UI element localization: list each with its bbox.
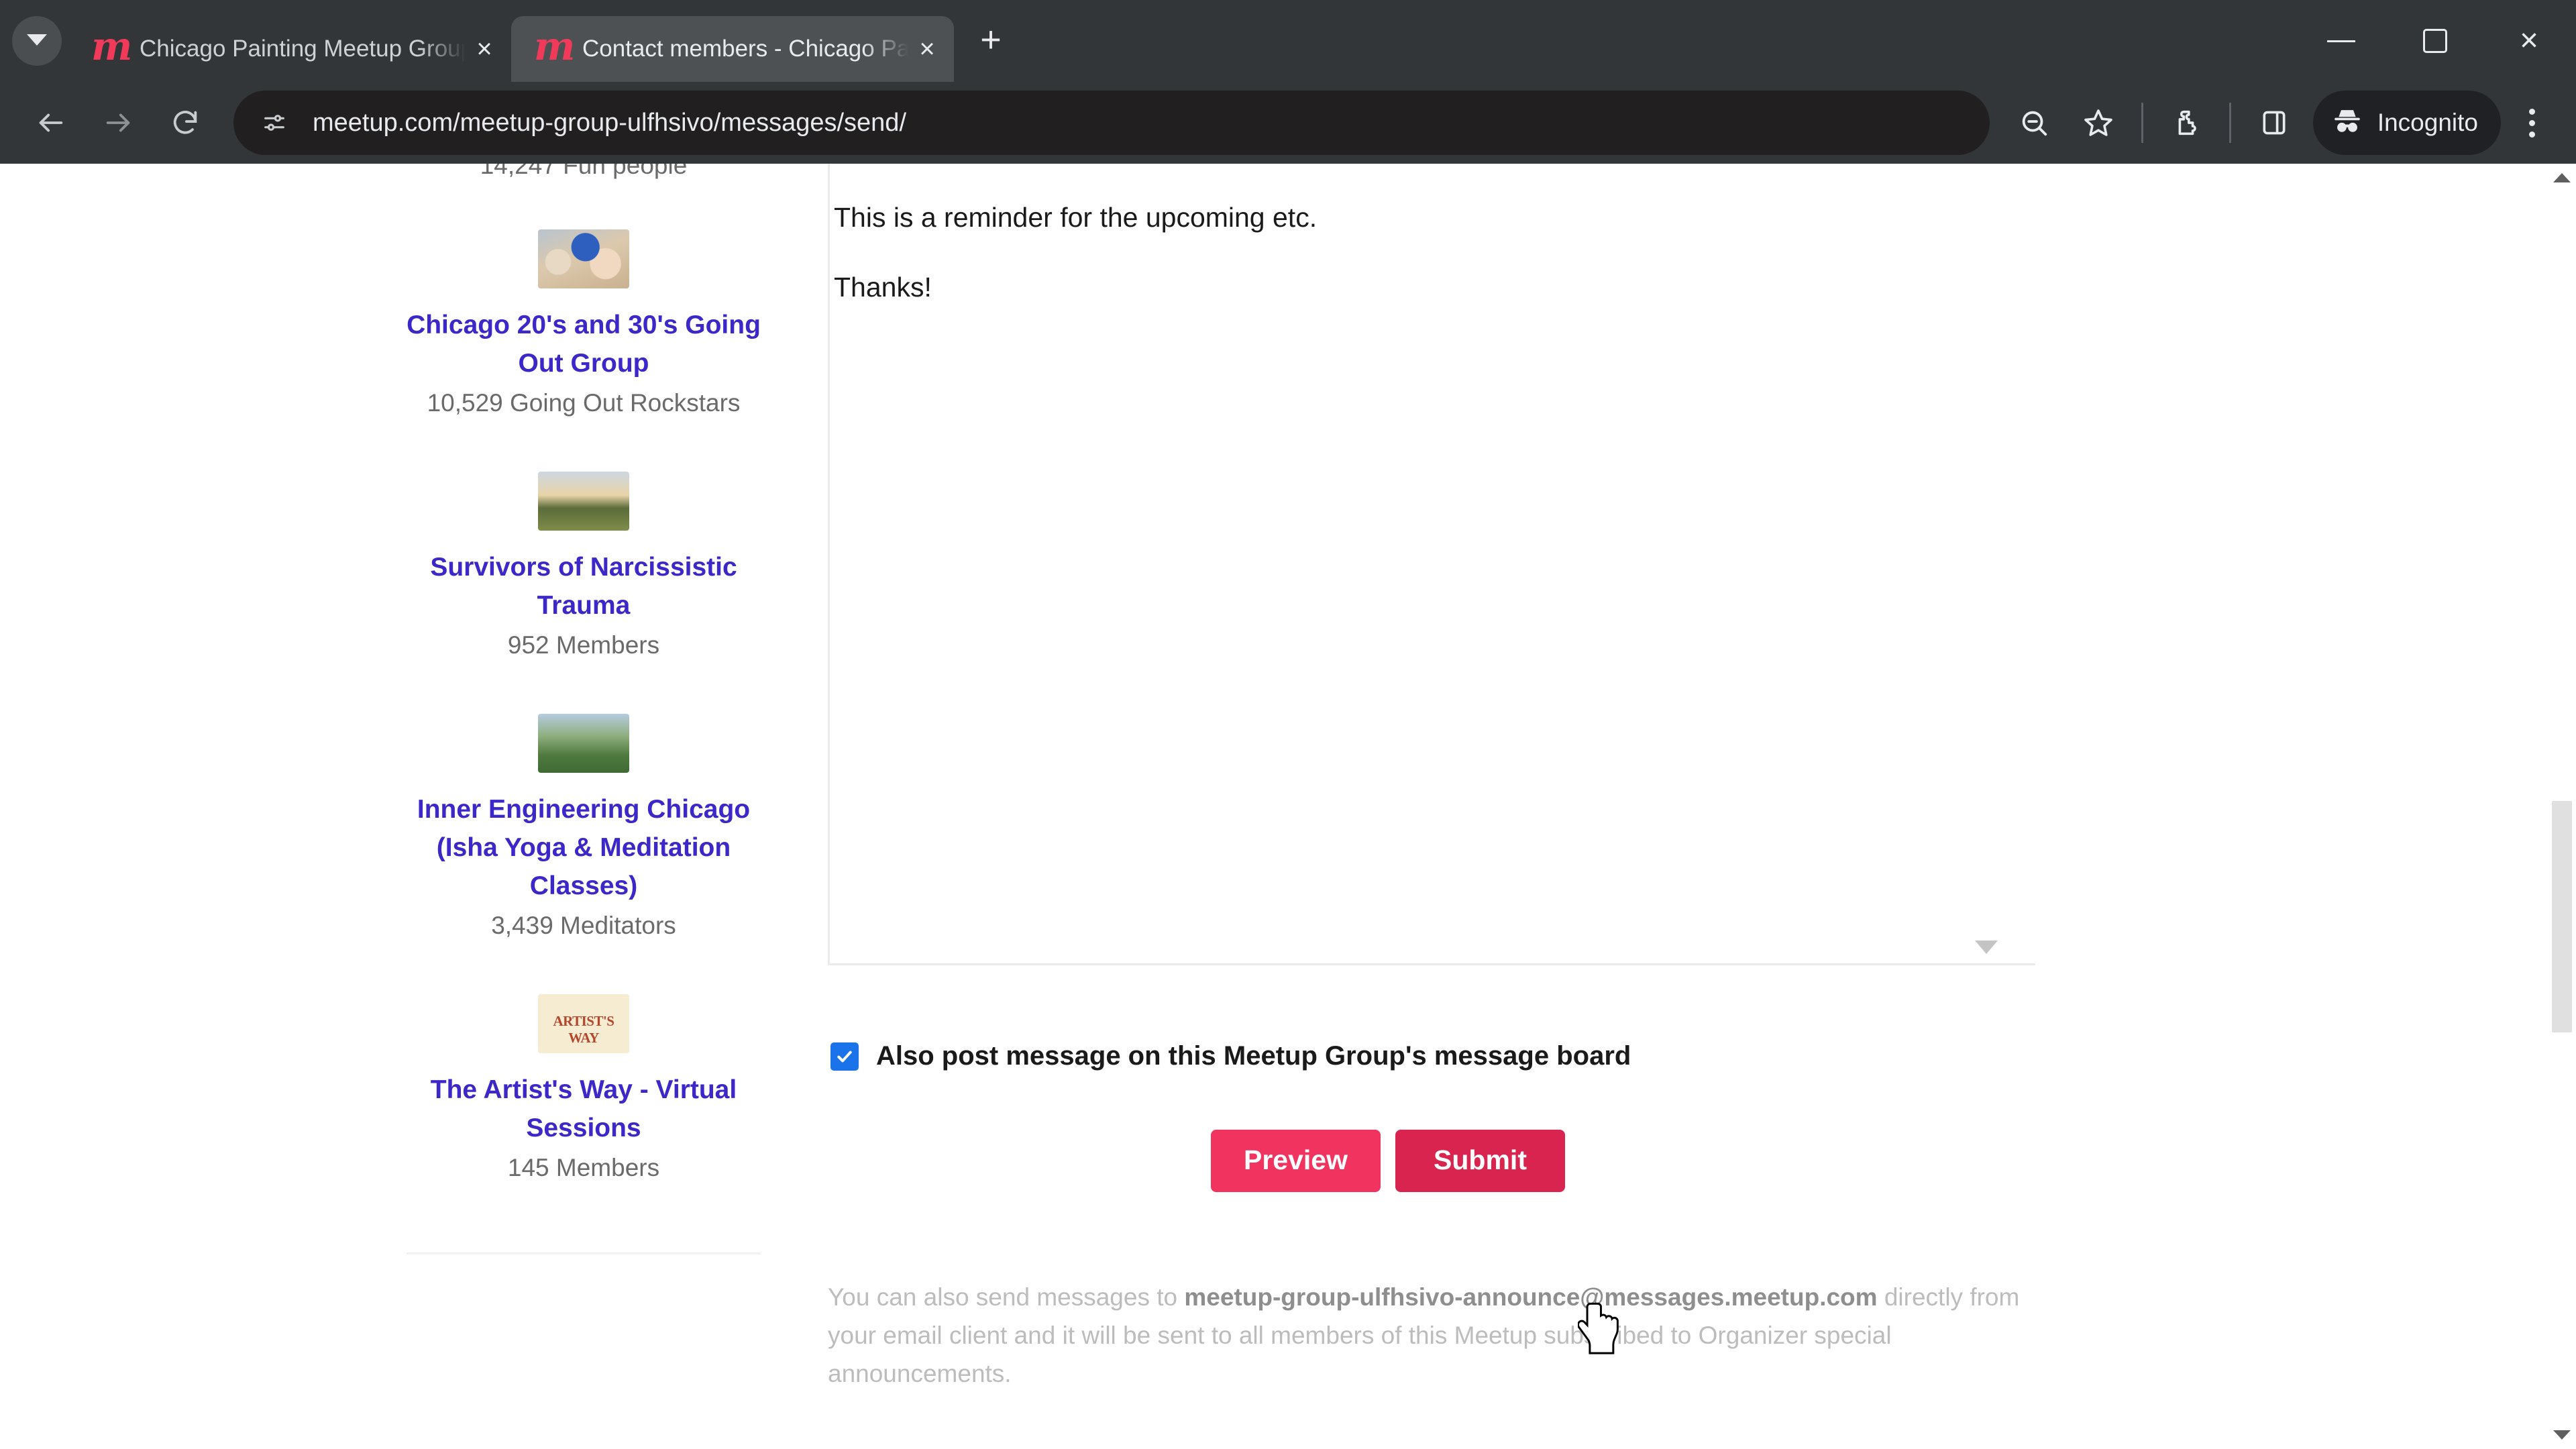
browser-window: m Chicago Painting Meetup Group × m Cont… bbox=[0, 0, 2576, 1449]
back-arrow-icon[interactable] bbox=[17, 89, 85, 156]
group-name-link[interactable]: Inner Engineering Chicago (Isha Yoga & M… bbox=[402, 790, 765, 905]
tab-chicago-painting-meetup-group[interactable]: m Chicago Painting Meetup Group × bbox=[68, 16, 511, 82]
list-item[interactable]: Chicago 20's and 30's Going Out Group 10… bbox=[402, 229, 765, 422]
announce-email-address: meetup-group-ulfhsivo-announce@messages.… bbox=[1184, 1283, 1878, 1311]
address-bar[interactable]: meetup.com/meetup-group-ulfhsivo/message… bbox=[233, 91, 1990, 155]
group-name-link[interactable]: Chicago 20's and 30's Going Out Group bbox=[402, 306, 765, 382]
announce-email-note: You can also send messages to meetup-gro… bbox=[828, 1278, 2035, 1393]
form-actions: Preview Submit bbox=[828, 1130, 2035, 1192]
page-scrollbar[interactable] bbox=[2548, 164, 2576, 1449]
side-panel-icon[interactable] bbox=[2242, 91, 2306, 155]
resize-handle-icon[interactable] bbox=[1975, 941, 1998, 954]
group-thumbnail-image bbox=[538, 229, 629, 288]
clipped-group-meta: 14,247 Fun people bbox=[480, 164, 688, 179]
incognito-hat-icon bbox=[2330, 106, 2364, 140]
related-groups-sidebar: 14,247 Fun people Chicago 20's and 30's … bbox=[402, 164, 765, 1254]
zoom-search-icon[interactable] bbox=[2002, 91, 2066, 155]
list-item[interactable]: The Artist's Way - Virtual Sessions 145 … bbox=[402, 994, 765, 1187]
post-to-board-row: Also post message on this Meetup Group's… bbox=[828, 1041, 2035, 1071]
page-viewport: 14,247 Fun people Chicago 20's and 30's … bbox=[0, 164, 2576, 1449]
tab-contact-members[interactable]: m Contact members - Chicago Pai × bbox=[511, 16, 954, 82]
group-thumbnail-image bbox=[538, 472, 629, 531]
group-name-link[interactable]: Survivors of Narcissistic Trauma bbox=[402, 548, 765, 625]
message-line-1: This is a reminder for the upcoming etc. bbox=[834, 202, 1318, 233]
chevron-down-icon bbox=[27, 34, 47, 46]
post-to-board-label[interactable]: Also post message on this Meetup Group's… bbox=[876, 1041, 1631, 1071]
window-maximize-button[interactable] bbox=[2388, 0, 2482, 82]
reload-icon[interactable] bbox=[152, 89, 219, 156]
post-to-board-checkbox[interactable] bbox=[830, 1042, 859, 1071]
footnote-prefix: You can also send messages to bbox=[828, 1283, 1185, 1311]
site-settings-icon[interactable] bbox=[251, 99, 298, 146]
tab-title: Chicago Painting Meetup Group bbox=[140, 36, 466, 62]
tab-title: Contact members - Chicago Pai bbox=[582, 36, 908, 62]
group-name-link[interactable]: The Artist's Way - Virtual Sessions bbox=[402, 1071, 765, 1147]
tab-close-button[interactable]: × bbox=[466, 30, 503, 68]
message-line-2: Thanks! bbox=[834, 272, 932, 303]
meetup-m-logo-icon: m bbox=[534, 23, 575, 69]
three-dot-menu-icon[interactable] bbox=[2505, 91, 2559, 155]
scroll-up-arrow-icon[interactable] bbox=[2548, 164, 2576, 192]
list-item[interactable]: Survivors of Narcissistic Trauma 952 Mem… bbox=[402, 472, 765, 664]
group-thumbnail-image bbox=[538, 714, 629, 773]
tab-search-button[interactable] bbox=[12, 16, 62, 66]
message-form: This is a reminder for the upcoming etc.… bbox=[828, 164, 2035, 1393]
submit-button[interactable]: Submit bbox=[1395, 1130, 1565, 1192]
tab-strip: m Chicago Painting Meetup Group × m Cont… bbox=[0, 0, 2576, 82]
browser-toolbar: meetup.com/meetup-group-ulfhsivo/message… bbox=[0, 82, 2576, 164]
url-text[interactable]: meetup.com/meetup-group-ulfhsivo/message… bbox=[313, 109, 1974, 138]
group-member-count: 145 Members bbox=[507, 1154, 660, 1181]
group-member-count: 10,529 Going Out Rockstars bbox=[427, 389, 741, 417]
preview-button[interactable]: Preview bbox=[1211, 1130, 1381, 1192]
incognito-indicator[interactable]: Incognito bbox=[2312, 91, 2501, 155]
list-item[interactable]: Inner Engineering Chicago (Isha Yoga & M… bbox=[402, 714, 765, 945]
group-member-count: 3,439 Meditators bbox=[491, 912, 676, 939]
scroll-down-arrow-icon[interactable] bbox=[2548, 1421, 2576, 1449]
toolbar-divider bbox=[2141, 103, 2143, 143]
tab-close-button[interactable]: × bbox=[908, 30, 946, 68]
meetup-m-logo-icon: m bbox=[91, 23, 132, 69]
group-thumbnail-image bbox=[538, 994, 629, 1053]
forward-arrow-icon[interactable] bbox=[85, 89, 152, 156]
extensions-puzzle-icon[interactable] bbox=[2154, 91, 2218, 155]
window-minimize-button[interactable] bbox=[2294, 0, 2388, 82]
star-icon[interactable] bbox=[2066, 91, 2131, 155]
sidebar-divider bbox=[407, 1252, 761, 1254]
scrollbar-thumb[interactable] bbox=[2552, 801, 2572, 1032]
toolbar-icons: Incognito bbox=[2002, 91, 2559, 155]
toolbar-divider bbox=[2229, 103, 2231, 143]
incognito-label: Incognito bbox=[2377, 109, 2478, 136]
window-close-button[interactable]: × bbox=[2482, 0, 2576, 82]
group-member-count: 952 Members bbox=[507, 631, 660, 659]
new-tab-button[interactable]: + bbox=[969, 17, 1013, 62]
message-body-editor[interactable]: This is a reminder for the upcoming etc.… bbox=[828, 164, 2035, 965]
window-controls: × bbox=[2294, 0, 2576, 82]
meetup-contact-members-page: 14,247 Fun people Chicago 20's and 30's … bbox=[0, 164, 2548, 1449]
